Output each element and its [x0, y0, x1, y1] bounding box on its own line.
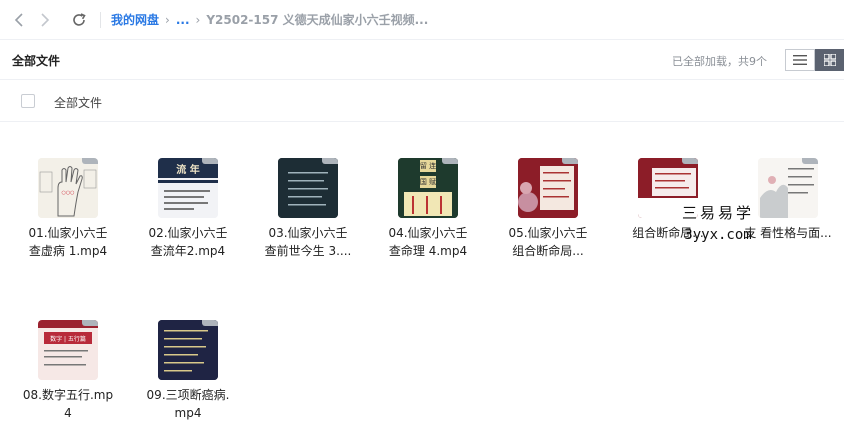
- video-thumbnail: [638, 158, 698, 218]
- file-name: 组合断命局...: [618, 224, 718, 242]
- chevron-right-icon: ›: [165, 12, 170, 27]
- file-name: 05.仙家小六壬 组合断命局...: [498, 224, 598, 260]
- breadcrumb-ellipsis[interactable]: ...: [176, 13, 190, 27]
- file-name-line: 05.仙家小六壬: [508, 226, 588, 240]
- file-name-line: 查前世今生 3....: [264, 244, 352, 258]
- file-name-line: 01.仙家小六壬: [28, 226, 108, 240]
- select-all-label: 全部文件: [54, 96, 103, 110]
- file-name: 08.数字五行.mp 4: [18, 386, 118, 422]
- view-toggle: [785, 49, 844, 71]
- file-name-line: 查流年2.mp4: [150, 244, 226, 258]
- list-view-icon: [793, 55, 807, 65]
- video-thumbnail: [758, 158, 818, 218]
- file-name-line: mp4: [174, 406, 202, 420]
- list-view-button[interactable]: [785, 49, 815, 71]
- file-name: 支 看性格与面...: [738, 224, 838, 242]
- forward-icon[interactable]: [34, 9, 56, 31]
- page-title: 全部文件: [12, 54, 61, 68]
- load-status: 已全部加载，共9个: [672, 55, 767, 68]
- file-name-line: 组合断命局...: [632, 226, 704, 240]
- thumbnail-text: 留 连: [419, 162, 437, 170]
- file-name: 01.仙家小六壬 查虚病 1.mp4: [18, 224, 118, 260]
- file-name-line: 02.仙家小六壬: [148, 226, 228, 240]
- thumbnail-text: 国 赋: [419, 178, 437, 186]
- file-name: 03.仙家小六壬 查前世今生 3....: [258, 224, 358, 260]
- file-name: 02.仙家小六壬 查流年2.mp4: [138, 224, 238, 260]
- file-name-line: 组合断命局...: [512, 244, 584, 258]
- video-thumbnail: 数字 | 五行篇: [38, 320, 98, 380]
- select-all-bar: 全部文件: [0, 80, 844, 122]
- file-name-line: 支 看性格与面...: [744, 226, 832, 240]
- file-name-line: 09.三项断癌病.: [146, 388, 230, 402]
- file-name-line: 查命理 4.mp4: [388, 244, 468, 258]
- file-name-line: 查虚病 1.mp4: [28, 244, 108, 258]
- chevron-right-icon: ›: [195, 12, 201, 27]
- video-thumbnail: 流 年: [158, 158, 218, 218]
- navigation-bar: 我的网盘 › ... › Y2502-157 义德天成仙家小六壬视频...: [0, 0, 844, 40]
- video-thumbnail: 留 连 国 赋: [398, 158, 458, 218]
- grid-view-button[interactable]: [815, 49, 844, 71]
- thumbnail-title: 流 年: [176, 165, 200, 176]
- back-icon[interactable]: [8, 9, 30, 31]
- breadcrumb-root[interactable]: 我的网盘: [111, 11, 159, 28]
- thumbnail-title: 数字 | 五行篇: [50, 336, 86, 343]
- breadcrumb-current: Y2502-157 义德天成仙家小六壬视频...: [206, 13, 429, 27]
- file-name-line: 08.数字五行.mp: [22, 388, 114, 402]
- toolbar: 全部文件 已全部加载，共9个: [0, 40, 844, 80]
- file-name: 09.三项断癌病. mp4: [138, 386, 238, 422]
- divider: [100, 11, 101, 28]
- file-name-line: 4: [64, 406, 72, 420]
- video-thumbnail: [278, 158, 338, 218]
- select-all-checkbox[interactable]: [21, 94, 35, 108]
- refresh-icon[interactable]: [68, 9, 90, 31]
- video-thumbnail: [518, 158, 578, 218]
- file-name-line: 04.仙家小六壬: [388, 226, 468, 240]
- video-thumbnail: [158, 320, 218, 380]
- file-name-line: 03.仙家小六壬: [268, 226, 348, 240]
- grid-view-icon: [824, 54, 836, 66]
- file-name: 04.仙家小六壬 查命理 4.mp4: [378, 224, 478, 260]
- video-thumbnail: ○○○: [38, 158, 98, 218]
- svg-text:○○○: ○○○: [61, 190, 74, 196]
